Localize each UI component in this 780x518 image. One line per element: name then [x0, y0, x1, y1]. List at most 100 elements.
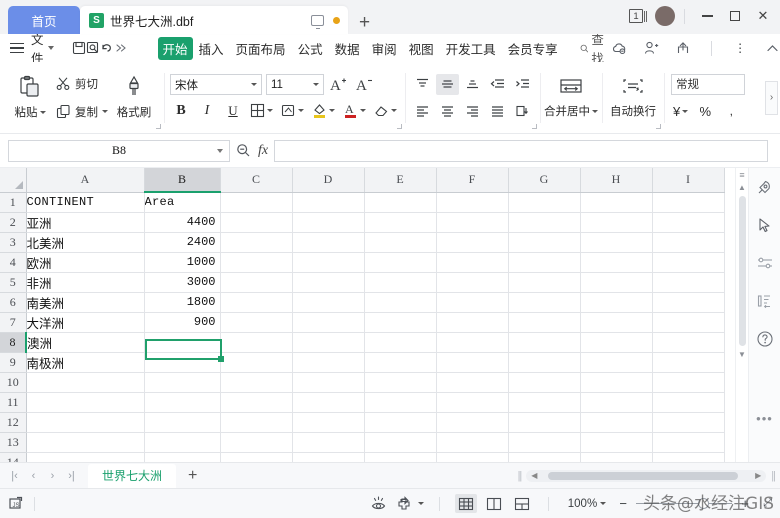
- zoom-in-button[interactable]: +: [738, 496, 752, 511]
- normal-view-button[interactable]: [454, 494, 477, 513]
- cell-style-button[interactable]: [279, 100, 306, 121]
- hamburger-menu-icon[interactable]: [10, 42, 24, 54]
- name-box[interactable]: B8: [8, 139, 230, 162]
- cell-H8[interactable]: [580, 332, 653, 353]
- increase-indent-button[interactable]: [511, 74, 534, 95]
- spreadsheet-grid[interactable]: A B C D E F G H I 1 CONTINENT Area 2 亚洲 4400 3…: [0, 168, 735, 462]
- cell-F2[interactable]: [436, 212, 509, 233]
- cell-D14[interactable]: [292, 452, 365, 462]
- cell-A8[interactable]: 澳洲: [26, 332, 145, 353]
- cell-E13[interactable]: [364, 432, 437, 453]
- ribbon-tab-view[interactable]: 视图: [403, 37, 440, 60]
- decrease-font-size-button[interactable]: A: [354, 74, 376, 95]
- scroll-up-arrow-icon[interactable]: ▲: [738, 183, 746, 192]
- cell-E9[interactable]: [364, 352, 437, 373]
- cell-C13[interactable]: [220, 432, 293, 453]
- window-count-badge[interactable]: 1: [629, 9, 647, 23]
- cell-G7[interactable]: [508, 312, 581, 333]
- zoom-out-formula-icon[interactable]: [230, 143, 256, 158]
- cell-A7[interactable]: 大洋洲: [26, 312, 145, 333]
- horizontal-scroll-thumb[interactable]: [548, 471, 739, 480]
- cell-A4[interactable]: 欧洲: [26, 252, 145, 273]
- last-sheet-button[interactable]: ›|: [63, 466, 80, 486]
- cell-I5[interactable]: [652, 272, 725, 293]
- vertical-scrollbar[interactable]: ≡ ▲ ▼: [735, 168, 748, 462]
- cell-H12[interactable]: [580, 412, 653, 433]
- formula-input[interactable]: [274, 139, 768, 162]
- ribbon-tab-insert[interactable]: 插入: [193, 37, 230, 60]
- text-orientation-button[interactable]: [511, 101, 534, 122]
- cell-H10[interactable]: [580, 372, 653, 393]
- cell-G13[interactable]: [508, 432, 581, 453]
- cell-H13[interactable]: [580, 432, 653, 453]
- cell-C14[interactable]: [220, 452, 293, 462]
- underline-button[interactable]: U: [222, 100, 244, 121]
- align-middle-button[interactable]: [436, 73, 459, 95]
- home-tab[interactable]: 首页: [8, 6, 80, 34]
- row-header-9[interactable]: 9: [0, 352, 27, 373]
- cell-E14[interactable]: [364, 452, 437, 462]
- cell-A3[interactable]: 北美洲: [26, 232, 145, 253]
- macro-record-icon[interactable]: JS: [8, 496, 25, 512]
- cell-F5[interactable]: [436, 272, 509, 293]
- column-header-c[interactable]: C: [220, 168, 293, 193]
- column-header-h[interactable]: H: [580, 168, 653, 193]
- number-format-select[interactable]: 常规: [671, 73, 745, 95]
- cell-A10[interactable]: [26, 372, 145, 393]
- cell-G5[interactable]: [508, 272, 581, 293]
- settings-sliders-icon[interactable]: [754, 252, 776, 274]
- cell-E11[interactable]: [364, 392, 437, 413]
- cell-G12[interactable]: [508, 412, 581, 433]
- cell-D10[interactable]: [292, 372, 365, 393]
- row-header-13[interactable]: 13: [0, 432, 27, 453]
- toolbar-overflow-button[interactable]: ›: [765, 80, 778, 115]
- share-icon[interactable]: [672, 38, 694, 58]
- column-header-g[interactable]: G: [508, 168, 581, 193]
- cell-E3[interactable]: [364, 232, 437, 253]
- group-expander[interactable]: [397, 123, 402, 129]
- column-header-e[interactable]: E: [364, 168, 437, 193]
- cell-E12[interactable]: [364, 412, 437, 433]
- cell-F14[interactable]: [436, 452, 509, 462]
- cell-C7[interactable]: [220, 312, 293, 333]
- ribbon-tab-member[interactable]: 会员专享: [502, 37, 564, 60]
- cell-H7[interactable]: [580, 312, 653, 333]
- close-button[interactable]: ✕: [750, 4, 776, 28]
- wrap-text-button[interactable]: 自动换行: [610, 68, 656, 128]
- cell-H1[interactable]: [580, 192, 653, 213]
- presentation-monitor-icon[interactable]: [311, 14, 324, 29]
- group-expander[interactable]: [156, 123, 161, 129]
- row-header-11[interactable]: 11: [0, 392, 27, 413]
- ribbon-tab-start[interactable]: 开始: [157, 36, 193, 60]
- sort-icon[interactable]: [754, 290, 776, 312]
- cell-H2[interactable]: [580, 212, 653, 233]
- ribbon-tab-formulas[interactable]: 公式: [292, 37, 329, 60]
- cell-C11[interactable]: [220, 392, 293, 413]
- column-header-i[interactable]: I: [652, 168, 725, 193]
- cell-H3[interactable]: [580, 232, 653, 253]
- cell-F3[interactable]: [436, 232, 509, 253]
- cell-A2[interactable]: 亚洲: [26, 212, 145, 233]
- copy-button[interactable]: 复制: [53, 101, 111, 123]
- cell-B3[interactable]: 2400: [144, 232, 221, 253]
- cell-I8[interactable]: [652, 332, 725, 353]
- ribbon-tab-data[interactable]: 数据: [329, 37, 366, 60]
- fullscreen-button[interactable]: ⤢: [763, 497, 772, 510]
- undo-icon[interactable]: [100, 38, 114, 58]
- align-top-button[interactable]: [411, 74, 434, 95]
- cell-A9[interactable]: 南极洲: [26, 352, 145, 373]
- cell-F4[interactable]: [436, 252, 509, 273]
- cell-H6[interactable]: [580, 292, 653, 313]
- feedback-rocket-icon[interactable]: [754, 176, 776, 198]
- cell-H9[interactable]: [580, 352, 653, 373]
- reading-layout-button[interactable]: [511, 494, 533, 513]
- italic-button[interactable]: I: [196, 100, 218, 121]
- ribbon-tab-page-layout[interactable]: 页面布局: [230, 37, 292, 60]
- cloud-sync-icon[interactable]: [608, 38, 630, 58]
- group-expander[interactable]: [532, 123, 537, 129]
- cell-E2[interactable]: [364, 212, 437, 233]
- document-tab[interactable]: S 世界七大洲.dbf: [80, 6, 348, 34]
- cell-F6[interactable]: [436, 292, 509, 313]
- cell-E7[interactable]: [364, 312, 437, 333]
- column-header-a[interactable]: A: [26, 168, 145, 193]
